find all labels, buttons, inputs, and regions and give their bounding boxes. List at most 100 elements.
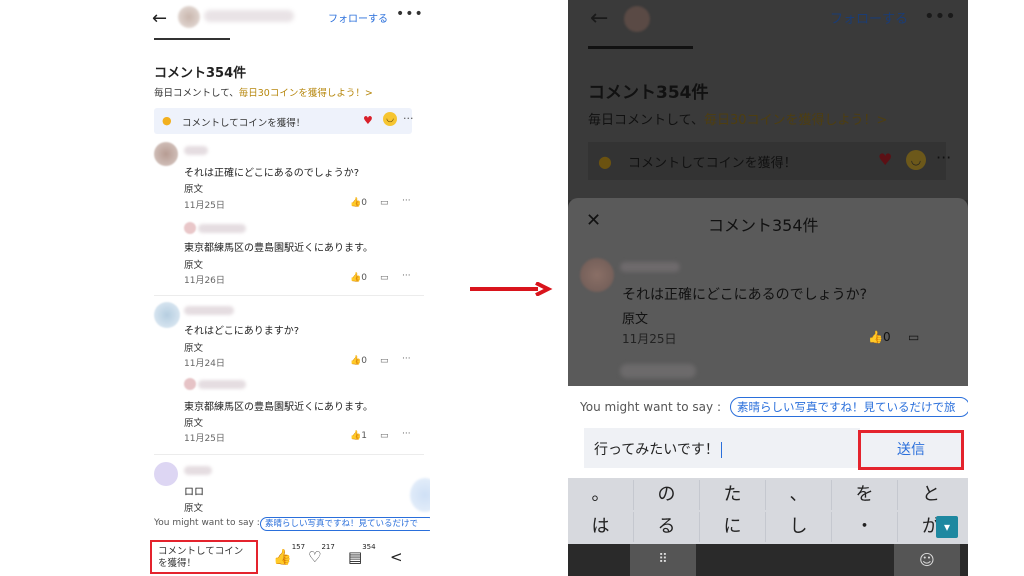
suggestion-chip[interactable]: 素晴らしい写真ですね！見ているだけで bbox=[260, 517, 430, 531]
heart-emoji-icon[interactable]: ♥ bbox=[878, 150, 892, 169]
tab-indicator bbox=[588, 46, 693, 49]
keyboard-grid-icon[interactable]: ⠿ bbox=[630, 544, 696, 576]
key[interactable]: た bbox=[700, 480, 766, 510]
send-button[interactable]: 送信 bbox=[858, 430, 964, 470]
comment-input[interactable]: コメントしてコインを獲得！ bbox=[150, 540, 258, 574]
original-text-link[interactable]: 原文 bbox=[622, 308, 648, 327]
floating-action-icon[interactable] bbox=[410, 478, 430, 512]
tab-indicator bbox=[154, 38, 230, 40]
key[interactable]: を bbox=[832, 480, 898, 510]
key[interactable]: の bbox=[634, 480, 700, 510]
more-emoji-icon[interactable]: ··· bbox=[936, 148, 951, 167]
more-emoji-icon[interactable]: ··· bbox=[403, 112, 414, 125]
like-count[interactable]: 👍0 bbox=[350, 356, 367, 366]
reply-icon[interactable]: ▭ bbox=[380, 431, 389, 441]
more-icon[interactable]: ··· bbox=[402, 354, 411, 364]
thumb-up-icon: 👍 bbox=[273, 548, 292, 566]
key[interactable]: と bbox=[898, 480, 964, 510]
promo-highlight[interactable]: 毎日30コインを獲得しよう！> bbox=[704, 113, 887, 128]
author-avatar[interactable] bbox=[624, 6, 650, 32]
heart-outline-icon: ♡ bbox=[308, 548, 322, 566]
avatar[interactable] bbox=[154, 142, 178, 166]
suggestion-chip[interactable]: 素晴らしい写真ですね！見ているだけで旅 bbox=[730, 397, 968, 417]
thumb-up-icon: 👍 bbox=[350, 273, 362, 283]
avatar[interactable] bbox=[154, 302, 180, 328]
comment-date: 11月26日 bbox=[184, 276, 225, 286]
comment-input-value: 行ってみたいです！ bbox=[594, 439, 722, 459]
original-text-link[interactable]: 原文 bbox=[184, 181, 203, 195]
back-arrow-icon[interactable]: ← bbox=[152, 8, 167, 29]
username-blurred bbox=[198, 380, 246, 389]
like-button[interactable]: 👍157 bbox=[273, 543, 305, 566]
keyboard: 。 の た 、 を と は る に し ・ が ▾ ⠿ ☺ bbox=[568, 478, 968, 576]
comment-date: 11月25日 bbox=[184, 434, 225, 444]
laugh-emoji-icon[interactable]: ◡ bbox=[906, 150, 926, 170]
more-icon[interactable]: ··· bbox=[402, 196, 411, 206]
reward-bar-text: コメントしてコインを獲得！ bbox=[182, 118, 306, 129]
suggestion-label: You might want to say : bbox=[154, 518, 260, 528]
follow-button[interactable]: フォローする bbox=[830, 8, 908, 27]
thumb-up-icon: 👍 bbox=[868, 330, 883, 344]
avatar[interactable] bbox=[184, 222, 196, 234]
promo-prefix: 毎日コメントして、 bbox=[588, 113, 704, 128]
avatar[interactable] bbox=[184, 378, 196, 390]
left-header: ← フォローする ••• bbox=[140, 0, 430, 38]
compose-panel: You might want to say : 素晴らしい写真ですね！見ているだ… bbox=[568, 386, 968, 478]
thumb-up-icon: 👍 bbox=[350, 198, 362, 208]
key[interactable]: ・ bbox=[832, 512, 898, 542]
like-count[interactable]: 👍0 bbox=[350, 198, 367, 208]
follow-button[interactable]: フォローする bbox=[328, 10, 388, 25]
key[interactable]: し bbox=[766, 512, 832, 542]
key[interactable]: は bbox=[568, 512, 634, 542]
text-caret bbox=[720, 442, 722, 458]
back-arrow-icon[interactable]: ← bbox=[590, 6, 608, 31]
comment-reward-bar[interactable]: ● コメントしてコインを獲得！ ♥ ◡ ··· bbox=[154, 108, 414, 134]
comment-count: 354 bbox=[362, 543, 376, 551]
original-text-link[interactable]: 原文 bbox=[184, 415, 203, 429]
share-button[interactable]: < bbox=[390, 548, 403, 566]
reply-preview-blurred bbox=[620, 364, 696, 378]
username-blurred bbox=[198, 224, 246, 233]
comment-input[interactable]: 行ってみたいです！ bbox=[584, 428, 860, 468]
more-icon[interactable]: ··· bbox=[402, 429, 411, 439]
avatar[interactable] bbox=[580, 258, 614, 292]
reply-icon[interactable]: ▭ bbox=[380, 356, 389, 366]
original-text-link[interactable]: 原文 bbox=[184, 257, 203, 271]
key[interactable]: る bbox=[634, 512, 700, 542]
comments-title: コメント354件 bbox=[154, 66, 247, 81]
share-icon: < bbox=[390, 548, 403, 566]
reply-icon[interactable]: ▭ bbox=[380, 198, 389, 208]
heart-emoji-icon[interactable]: ♥ bbox=[363, 114, 373, 127]
reply-icon[interactable]: ▭ bbox=[380, 273, 389, 283]
author-avatar[interactable] bbox=[178, 6, 200, 28]
comment-button[interactable]: ▤354 bbox=[348, 543, 376, 566]
comment-sheet: ✕ コメント354件 それは正確にどこにあるのでしょうか? 原文 11月25日 … bbox=[568, 198, 968, 388]
comment-reward-bar[interactable]: ● コメントしてコインを獲得！ ♥ ◡ ··· bbox=[588, 142, 951, 180]
reply-icon[interactable]: ▭ bbox=[908, 330, 919, 344]
right-screen: ← フォローする ••• コメント354件 毎日コメントして、毎日30コインを獲… bbox=[568, 0, 968, 576]
laugh-emoji-icon[interactable]: ◡ bbox=[383, 112, 397, 126]
key[interactable]: 。 bbox=[568, 480, 634, 510]
keyboard-collapse-icon[interactable]: ▾ bbox=[936, 516, 958, 538]
more-icon[interactable]: ••• bbox=[924, 6, 956, 27]
like-count[interactable]: 👍0 bbox=[350, 273, 367, 283]
original-text-link[interactable]: 原文 bbox=[184, 340, 203, 354]
comment-date: 11月25日 bbox=[622, 332, 677, 346]
more-icon[interactable]: ··· bbox=[402, 271, 411, 281]
promo-text[interactable]: 毎日コメントして、毎日30コインを獲得しよう！> bbox=[588, 109, 887, 128]
keyboard-bottom-bar: ⠿ ☺ bbox=[568, 544, 968, 576]
promo-highlight[interactable]: 毎日30コインを獲得しよう！> bbox=[239, 88, 373, 99]
original-text-link[interactable]: 原文 bbox=[184, 500, 203, 514]
like-count[interactable]: 👍1 bbox=[350, 431, 367, 441]
key[interactable]: 、 bbox=[766, 480, 832, 510]
like-count[interactable]: 👍0 bbox=[868, 330, 891, 344]
close-icon[interactable]: ✕ bbox=[586, 210, 601, 231]
favorite-button[interactable]: ♡217 bbox=[308, 543, 335, 566]
key[interactable]: に bbox=[700, 512, 766, 542]
more-icon[interactable]: ••• bbox=[396, 6, 424, 22]
promo-text[interactable]: 毎日コメントして、毎日30コインを獲得しよう！> bbox=[154, 85, 373, 99]
transition-arrow-icon bbox=[470, 282, 553, 296]
keyboard-row: 。 の た 、 を と bbox=[568, 480, 968, 510]
emoji-icon[interactable]: ☺ bbox=[894, 544, 960, 576]
avatar[interactable] bbox=[154, 462, 178, 486]
